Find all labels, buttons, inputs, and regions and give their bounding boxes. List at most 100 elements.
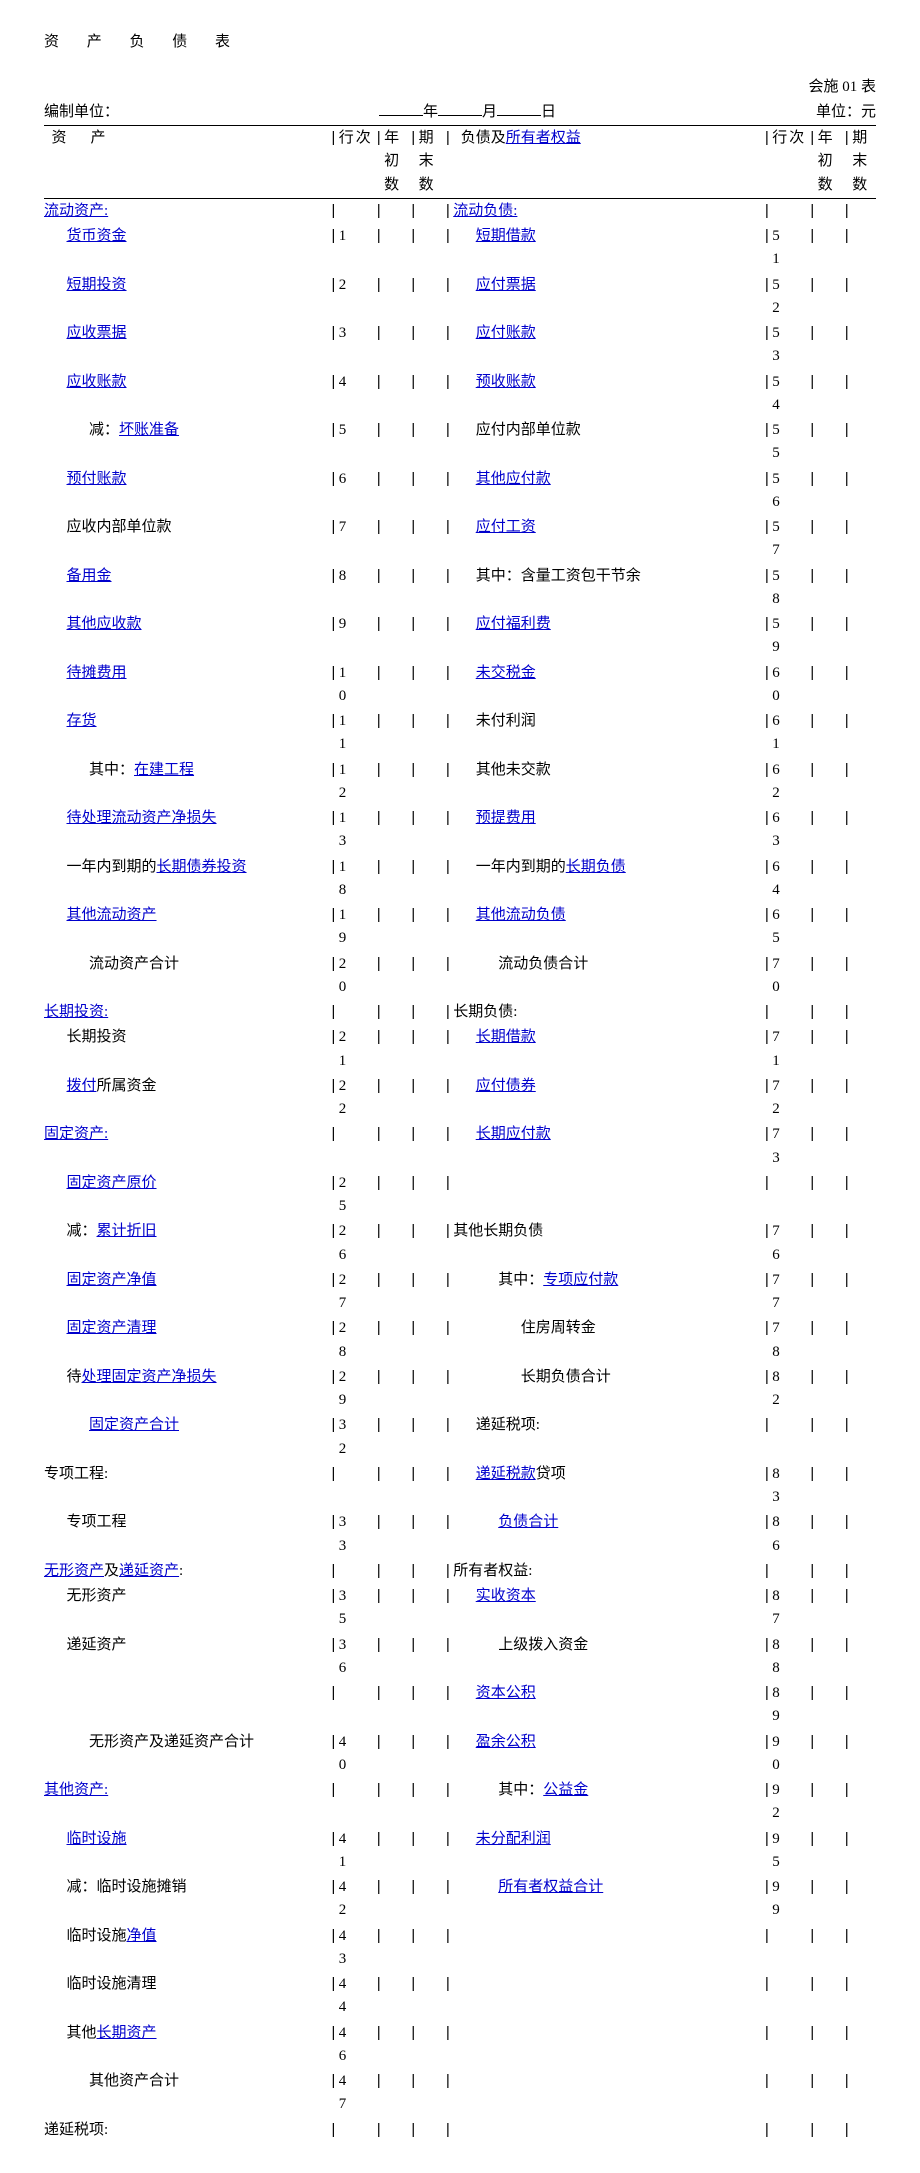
asset-rownum: 4 2 [339,1875,374,1924]
liab-end [852,321,876,370]
link[interactable]: 无形资产 [44,1563,104,1579]
link[interactable]: 预收账款 [476,374,536,390]
liab-cell: 长期借款 [453,1025,761,1074]
link[interactable]: 备用金 [67,568,112,584]
link[interactable]: 应付债券 [476,1078,536,1094]
link[interactable]: 应付福利费 [476,616,551,632]
link[interactable]: 预付账款 [67,471,127,487]
link[interactable]: 货币资金 [67,228,127,244]
link[interactable]: 待处理流动资产净损失 [67,810,217,826]
asset-begin [384,370,408,419]
link[interactable]: 长期资产 [97,2025,157,2041]
liab-cell: 递延税项: [453,1413,761,1462]
asset-end [419,1025,443,1074]
hdr-row: 行次 [339,126,374,199]
link[interactable]: 未交税金 [476,665,536,681]
link[interactable]: 资本公积 [476,1685,536,1701]
link[interactable]: 其他应收款 [67,616,142,632]
link[interactable]: 应付账款 [476,325,536,341]
liab-cell: 短期借款 [453,224,761,273]
link[interactable]: 长期借款 [476,1029,536,1045]
link[interactable]: 固定资产净值 [67,1272,157,1288]
liab-cell: 递延税款贷项 [453,1462,761,1511]
asset-cell: 待摊费用 [44,661,328,710]
link[interactable]: 所有者权益合计 [498,1879,603,1895]
link[interactable]: 固定资产清理 [67,1320,157,1336]
link[interactable]: 存货 [67,713,97,729]
liab-begin [818,2118,842,2143]
asset-begin [384,1584,408,1633]
link[interactable]: 其他应付款 [476,471,551,487]
link[interactable]: 递延税款 [476,1466,536,1482]
link[interactable]: 固定资产: [44,1126,108,1142]
link[interactable]: 其他流动资产 [67,907,157,923]
link[interactable]: 流动资产: [44,203,108,219]
liab-rownum: 7 2 [772,1074,807,1123]
link[interactable]: 未分配利润 [476,1831,551,1847]
link[interactable]: 应收账款 [67,374,127,390]
link[interactable]: 其他流动负债 [476,907,566,923]
liab-end [852,1730,876,1779]
link[interactable]: 其他资产: [44,1782,108,1798]
link[interactable]: 短期借款 [476,228,536,244]
liab-cell: 其中：公益金 [453,1778,761,1827]
asset-end [419,1875,443,1924]
liab-end [852,1924,876,1973]
table-row: 专项工程:||||递延税款贷项|8 3|| [44,1462,876,1511]
link[interactable]: 坏账准备 [119,422,179,438]
asset-begin [384,1268,408,1317]
liab-end [852,1219,876,1268]
link[interactable]: 长期债券投资 [157,859,247,875]
link[interactable]: 待摊费用 [67,665,127,681]
liab-rownum: 9 9 [772,1875,807,1924]
asset-cell: 减：坏账准备 [44,418,328,467]
liab-cell: 未交税金 [453,661,761,710]
liab-cell: 应付福利费 [453,612,761,661]
link[interactable]: 盈余公积 [476,1734,536,1750]
liab-end [852,1413,876,1462]
hdr-begin: 年初数 [384,126,408,199]
asset-cell: 预付账款 [44,467,328,516]
liab-begin [818,564,842,613]
page-title: 资 产 负 债 表 [44,30,876,51]
link[interactable]: 长期应付款 [476,1126,551,1142]
table-row: 拨付所属资金|2 2|||应付债券|7 2|| [44,1074,876,1123]
link[interactable]: 流动负债: [453,203,517,219]
link[interactable]: 应付票据 [476,277,536,293]
asset-cell: 应收内部单位款 [44,515,328,564]
link[interactable]: 短期投资 [67,277,127,293]
liab-rownum: 7 6 [772,1219,807,1268]
link[interactable]: 专项应付款 [543,1272,618,1288]
liab-cell: 未付利润 [453,709,761,758]
asset-begin [384,2118,408,2143]
asset-end [419,1972,443,2021]
liab-rownum: 6 2 [772,758,807,807]
asset-cell: 应收票据 [44,321,328,370]
asset-end [419,1462,443,1511]
liab-begin [818,1730,842,1779]
asset-cell: 临时设施 [44,1827,328,1876]
link[interactable]: 固定资产合计 [89,1417,179,1433]
asset-end [419,467,443,516]
asset-rownum: 7 [339,515,374,564]
link[interactable]: 拨付 [67,1078,97,1094]
liab-cell: 其中：含量工资包干节余 [453,564,761,613]
link[interactable]: 实收资本 [476,1588,536,1604]
link[interactable]: 固定资产原价 [67,1175,157,1191]
link[interactable]: 应收票据 [67,325,127,341]
table-row: 流动资产合计|2 0|||流动负债合计|7 0|| [44,952,876,1001]
link[interactable]: 累计折旧 [97,1223,157,1239]
link[interactable]: 长期投资: [44,1004,108,1020]
link[interactable]: 负债合计 [498,1514,558,1530]
link[interactable]: 临时设施 [67,1831,127,1847]
link[interactable]: 递延资产 [119,1563,179,1579]
asset-end [419,709,443,758]
link[interactable]: 长期负债 [566,859,626,875]
link[interactable]: 净值 [127,1928,157,1944]
link[interactable]: 公益金 [543,1782,588,1798]
link[interactable]: 在建工程 [134,762,194,778]
owner-equity-link[interactable]: 所有者权益 [506,130,581,146]
link[interactable]: 应付工资 [476,519,536,535]
link[interactable]: 预提费用 [476,810,536,826]
link[interactable]: 处理固定资产净损失 [82,1369,217,1385]
